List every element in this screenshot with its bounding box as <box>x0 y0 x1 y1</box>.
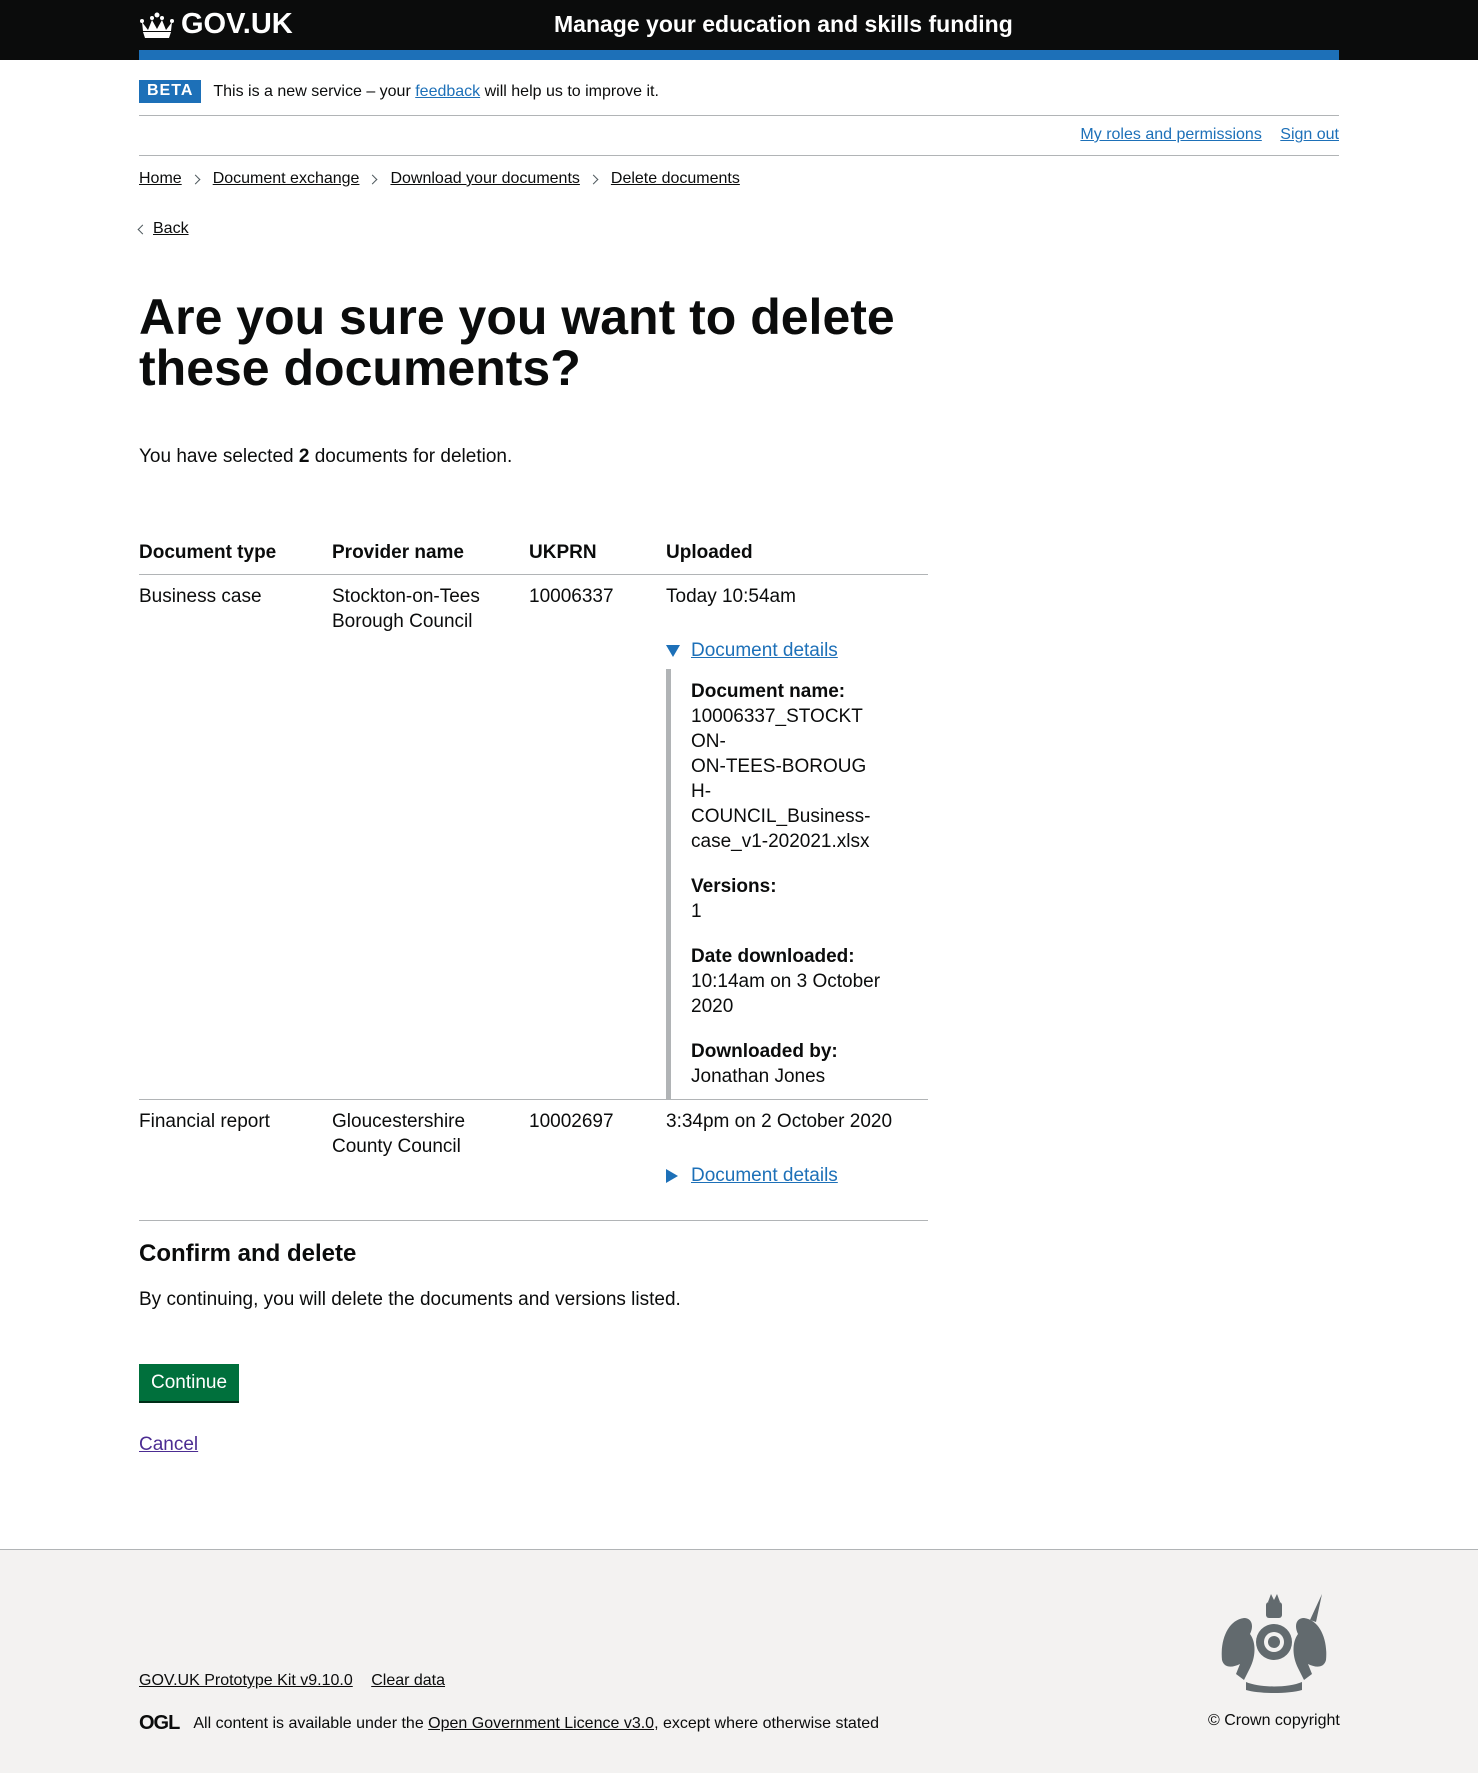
detail-label: Document name: <box>691 681 846 702</box>
detail-label: Versions: <box>691 876 777 897</box>
breadcrumb: Home Document exchange Download your doc… <box>139 170 740 188</box>
confirm-text: By continuing, you will delete the docum… <box>139 1289 681 1310</box>
triangle-down-icon <box>666 644 680 657</box>
cell-uploaded: 3:34pm on 2 October 2020 Document detail… <box>666 1099 928 1221</box>
document-details-toggle[interactable]: Document details <box>666 1163 928 1188</box>
selected-count: 2 <box>298 446 310 467</box>
site-header: GOV.UK Manage your education and skills … <box>0 0 1478 60</box>
chevron-right-icon <box>190 174 201 184</box>
column-header-provider-name: Provider name <box>332 540 529 575</box>
table-row: Business case Stockton-on-Tees Borough C… <box>139 574 928 1100</box>
phase-banner: BETA This is a new service – your feedba… <box>139 80 1339 116</box>
detail-document-name: Document name: 10006337_STOCKTON- ON-TEES… <box>691 679 928 854</box>
detail-value: 10006337_STOCKTON- ON-TEES-BOROUGH- COUNCI… <box>691 706 871 852</box>
licence-after: , except where otherwise stated <box>654 1714 880 1732</box>
cell-ukprn: 10006337 <box>529 574 666 1100</box>
beta-tag: BETA <box>139 80 202 103</box>
sign-out-link[interactable]: Sign out <box>1280 126 1339 143</box>
feedback-link[interactable]: feedback <box>415 83 480 100</box>
site-footer: GOV.UK Prototype Kit v9.10.0 Clear data … <box>0 1549 1478 1773</box>
uploaded-value: 3:34pm on 2 October 2020 <box>666 1111 893 1132</box>
documents-table: Document type Provider name UKPRN Upload… <box>139 540 928 1221</box>
triangle-right-icon <box>666 1168 678 1183</box>
clear-data-link[interactable]: Clear data <box>371 1672 445 1689</box>
column-header-ukprn: UKPRN <box>529 540 666 575</box>
account-nav: My roles and permissions Sign out <box>139 116 1339 156</box>
service-name-link[interactable]: Manage your education and skills funding <box>554 11 1013 38</box>
uploaded-value: Today 10:54am <box>666 586 796 607</box>
document-details-link[interactable]: Document details <box>691 638 838 663</box>
chevron-left-icon <box>137 224 148 234</box>
column-header-document-type: Document type <box>139 540 332 575</box>
page-title: Are you sure you want to delete these do… <box>139 289 895 396</box>
prototype-kit-link[interactable]: GOV.UK Prototype Kit v9.10.0 <box>139 1672 353 1689</box>
breadcrumb-download-documents[interactable]: Download your documents <box>390 170 579 188</box>
document-details-toggle[interactable]: Document details <box>666 638 928 663</box>
cell-uploaded: Today 10:54am Document details Document … <box>666 574 928 1100</box>
crown-copyright-link[interactable]: © Crown copyright <box>1208 1712 1340 1730</box>
cancel-link[interactable]: Cancel <box>139 1434 198 1456</box>
lead-before: You have selected <box>139 446 299 467</box>
detail-value: 1 <box>691 901 702 922</box>
cell-provider-name: Gloucestershire County Council <box>332 1099 529 1221</box>
royal-coat-of-arms-icon <box>1221 1594 1327 1693</box>
cell-document-type: Business case <box>139 574 332 1100</box>
cell-provider-name: Stockton-on-Tees Borough Council <box>332 574 529 1100</box>
licence-text: All content is available under the Open … <box>193 1715 879 1733</box>
detail-value: Jonathan Jones <box>691 1066 826 1087</box>
phase-text-after: will help us to improve it. <box>480 83 659 100</box>
phase-banner-text: This is a new service – your feedback wi… <box>213 80 659 104</box>
header-container: GOV.UK Manage your education and skills … <box>139 0 1339 60</box>
phase-text-before: This is a new service – your <box>213 83 416 100</box>
chevron-right-icon <box>368 174 378 184</box>
back-link-container: Back <box>137 220 189 238</box>
column-header-uploaded: Uploaded <box>666 540 928 575</box>
breadcrumb-home[interactable]: Home <box>139 170 182 188</box>
detail-versions: Versions: 1 <box>691 874 928 924</box>
document-details-link[interactable]: Document details <box>691 1163 838 1188</box>
licence-statement: OGL All content is available under the O… <box>139 1712 879 1735</box>
detail-value: 10:14am on 3 October 2020 <box>691 971 881 1017</box>
breadcrumb-document-exchange[interactable]: Document exchange <box>213 170 360 188</box>
cell-document-type: Financial report <box>139 1099 332 1221</box>
selection-summary: You have selected 2 documents for deleti… <box>139 446 512 468</box>
detail-date-downloaded: Date downloaded: 10:14am on 3 October 20… <box>691 944 928 1019</box>
govuk-logo-link[interactable]: GOV.UK <box>139 8 293 41</box>
document-details-panel: Document name: 10006337_STOCKTON- ON-TEES… <box>666 669 928 1099</box>
confirm-heading: Confirm and delete <box>139 1240 357 1267</box>
table-header-row: Document type Provider name UKPRN Upload… <box>139 540 928 575</box>
detail-label: Downloaded by: <box>691 1041 838 1062</box>
table-row: Financial report Gloucestershire County … <box>139 1099 928 1221</box>
cell-ukprn: 10002697 <box>529 1099 666 1221</box>
crown-icon <box>140 12 174 38</box>
continue-button[interactable]: Continue <box>139 1364 240 1401</box>
footer-links: GOV.UK Prototype Kit v9.10.0 Clear data <box>139 1672 459 1690</box>
chevron-right-icon <box>588 174 599 184</box>
roles-permissions-link[interactable]: My roles and permissions <box>1080 126 1261 143</box>
ogl-logo-icon: OGL <box>139 1712 180 1734</box>
detail-label: Date downloaded: <box>691 946 855 967</box>
back-link[interactable]: Back <box>153 220 189 238</box>
lead-after: documents for deletion. <box>309 446 513 467</box>
breadcrumb-delete-documents[interactable]: Delete documents <box>611 170 740 188</box>
licence-link[interactable]: Open Government Licence v3.0 <box>428 1715 654 1732</box>
logo-text: GOV.UK <box>181 8 293 40</box>
licence-before: All content is available under the <box>193 1714 429 1732</box>
detail-downloaded-by: Downloaded by: Jonathan Jones <box>691 1039 928 1089</box>
